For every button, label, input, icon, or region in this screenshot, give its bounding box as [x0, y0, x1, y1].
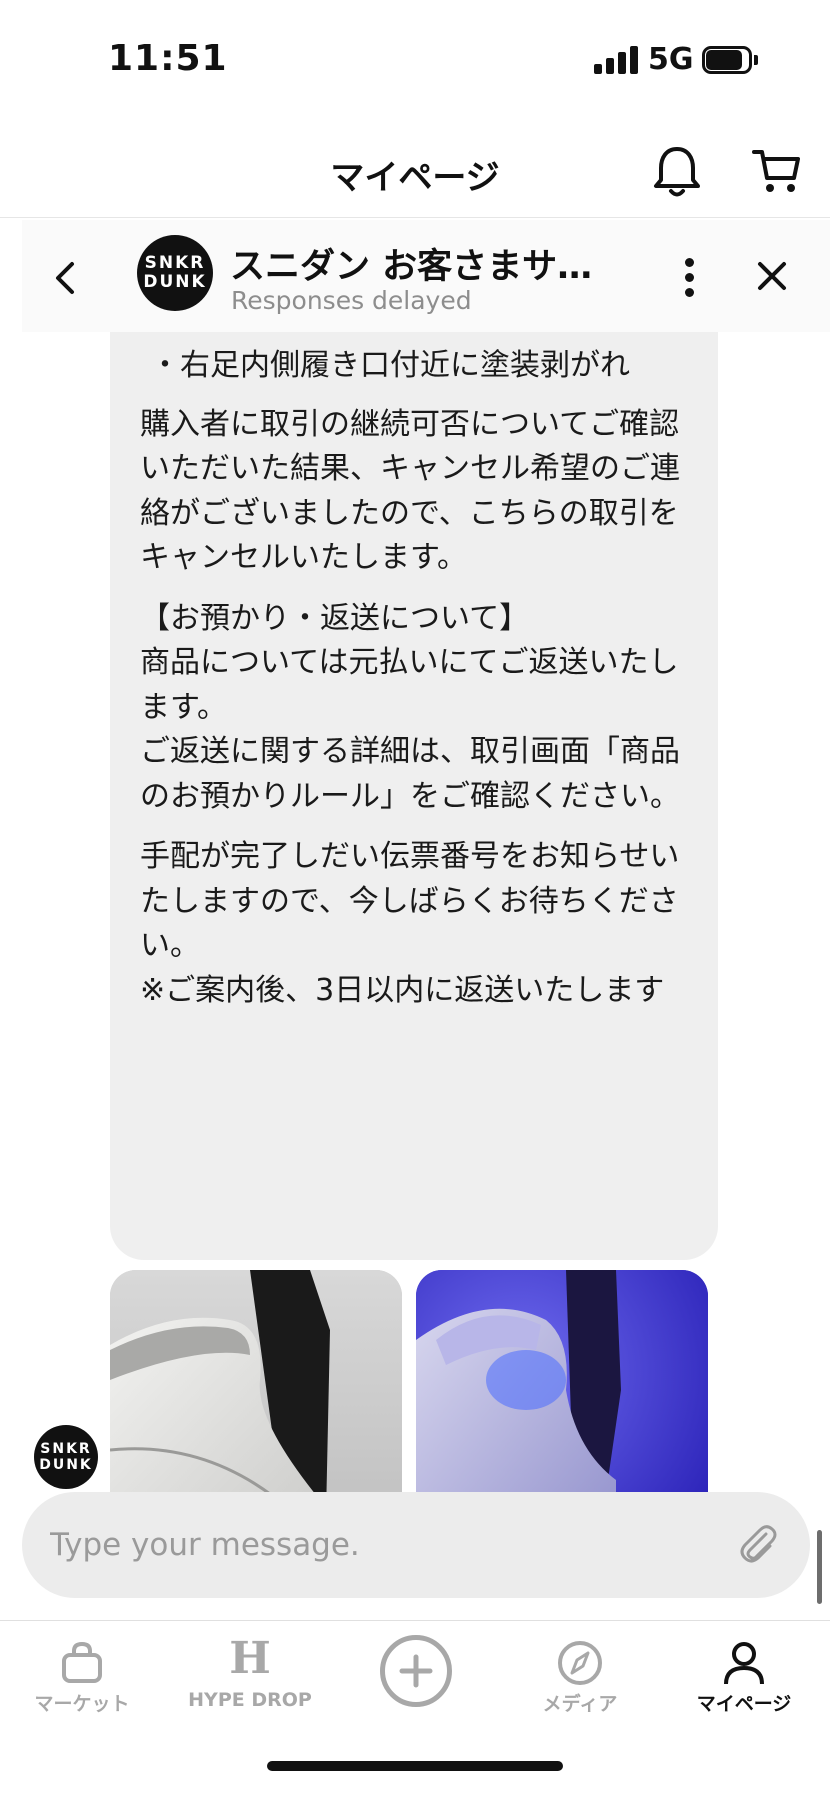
person-icon [724, 1642, 764, 1685]
page-title: マイページ [330, 158, 500, 198]
back-chevron-icon[interactable] [46, 258, 86, 298]
message-input[interactable] [50, 1516, 690, 1574]
nav-item-hype-drop[interactable]: H HYPE DROP [170, 1621, 330, 1741]
app-header: マイページ [0, 120, 830, 218]
message-input-bar [22, 1492, 810, 1598]
status-time: 11:51 [108, 38, 228, 79]
support-chat-panel: SNKR DUNK スニダン お客さまサ… Responses delayed … [22, 220, 830, 1620]
message-paragraph: ・右足内側履き口付近に塗装剥がれ [150, 348, 630, 383]
scrollbar[interactable] [817, 1530, 822, 1604]
signal-icon [594, 46, 640, 74]
avatar: SNKR DUNK [137, 235, 213, 311]
home-indicator [267, 1761, 563, 1771]
plus-circle-icon [380, 1635, 452, 1707]
bottom-nav: マーケット H HYPE DROP メディア マイページ [0, 1620, 830, 1799]
nav-item-market[interactable]: マーケット [22, 1621, 142, 1741]
chat-title: スニダン お客さまサ… [230, 247, 593, 287]
battery-icon [702, 46, 758, 74]
chat-status: Responses delayed [231, 286, 472, 315]
bag-icon [62, 1641, 102, 1683]
more-options-icon[interactable] [678, 256, 702, 300]
nav-label: マーケット [34, 1693, 130, 1715]
nav-label: メディア [542, 1693, 618, 1715]
sender-avatar: SNKR DUNK [34, 1425, 98, 1489]
compass-icon [558, 1641, 602, 1685]
bell-icon[interactable] [652, 144, 702, 200]
close-icon[interactable] [752, 256, 792, 296]
message-paragraph: 【お預かり・返送について】 商品については元払いにてご返送いたします。 ご返送に… [140, 600, 680, 814]
status-bar: 11:51 5G [0, 0, 830, 120]
nav-item-mypage[interactable]: マイページ [684, 1621, 804, 1741]
cart-icon[interactable] [752, 146, 802, 196]
nav-label: マイページ [696, 1693, 792, 1715]
network-label: 5G [648, 42, 694, 77]
paperclip-icon[interactable] [736, 1522, 780, 1566]
nav-item-add[interactable] [366, 1621, 466, 1741]
nav-item-media[interactable]: メディア [520, 1621, 640, 1741]
chat-header: SNKR DUNK スニダン お客さまサ… Responses delayed [22, 220, 830, 332]
message-paragraph: 購入者に取引の継続可否についてご確認いただいた結果、キャンセル希望のご連絡がござ… [140, 406, 680, 576]
hype-drop-icon: H [229, 1633, 271, 1684]
nav-label: HYPE DROP [188, 1689, 312, 1711]
message-bubble: ・右足内側履き口付近に塗装剥がれ 購入者に取引の継続可否についてご確認いただいた… [110, 332, 718, 1260]
message-paragraph: 手配が完了しだい伝票番号をお知らせいたしますので、今しばらくお待ちください。 ※… [140, 839, 680, 1008]
